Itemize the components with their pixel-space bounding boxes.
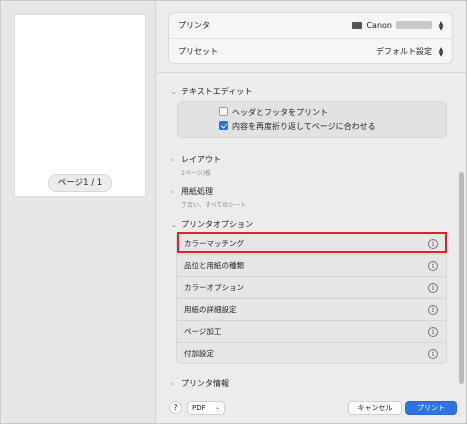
option-paper-detailed-settings[interactable]: 用紙の詳細設定 i <box>177 299 446 321</box>
chevron-right-icon[interactable]: › <box>171 188 181 196</box>
preview-pane: ページ1 / 1 <box>2 2 156 423</box>
print-dialog: ページ1 / 1 プリンタ Canon ▲ ▼ プリセット デフォルト設定 ▲ ▼ <box>0 0 467 424</box>
pdf-menu-button[interactable]: PDF ⌄ <box>187 401 225 415</box>
section-paper-handling[interactable]: › 用紙処理 <box>171 186 213 197</box>
option-quality-media[interactable]: 品位と用紙の種類 i <box>177 255 446 277</box>
info-icon[interactable]: i <box>428 349 438 359</box>
page-indicator: ページ1 / 1 <box>48 174 112 192</box>
rewrap-contents-checkbox[interactable]: 内容を再度折り返してページに合わせる <box>219 121 376 133</box>
checkbox-unchecked-icon[interactable] <box>219 107 228 116</box>
printer-value: Canon <box>366 21 392 30</box>
option-additional-settings[interactable]: 付加設定 i <box>177 343 446 363</box>
chevron-down-icon: ⌄ <box>214 404 220 411</box>
settings-pane: プリンタ Canon ▲ ▼ プリセット デフォルト設定 ▲ ▼ ⌄ テキストエディッ… <box>157 2 466 423</box>
page-preview <box>14 14 146 197</box>
settings-scroll-area[interactable]: ⌄ テキストエディット ヘッダとフッタをプリント 内容を再度折り返してページに合わ… <box>157 74 466 392</box>
section-printer-options[interactable]: ⌄ プリンタオプション <box>171 219 253 230</box>
option-page-processing[interactable]: ページ加工 i <box>177 321 446 343</box>
paper-handling-summary: 丁合い、すべてのシート <box>181 202 247 209</box>
info-icon[interactable]: i <box>428 305 438 315</box>
preset-row[interactable]: プリセット デフォルト設定 ▲ ▼ <box>169 39 452 65</box>
preset-select[interactable]: デフォルト設定 <box>376 39 432 65</box>
printer-preset-card: プリンタ Canon ▲ ▼ プリセット デフォルト設定 ▲ ▼ <box>168 12 453 64</box>
cancel-button[interactable]: キャンセル <box>348 401 402 415</box>
print-header-footer-checkbox[interactable]: ヘッダとフッタをプリント <box>219 107 328 119</box>
chevron-right-icon[interactable]: › <box>171 156 181 164</box>
checkbox-checked-icon[interactable] <box>219 121 228 130</box>
color-matching-highlight <box>177 232 447 253</box>
info-icon[interactable]: i <box>428 283 438 293</box>
vertical-scrollbar[interactable] <box>459 172 464 384</box>
updown-chevron-icon[interactable]: ▲ ▼ <box>437 47 445 58</box>
help-button[interactable]: ? <box>169 401 182 414</box>
info-icon[interactable]: i <box>428 327 438 337</box>
info-icon[interactable]: i <box>428 261 438 271</box>
redacted-printer-model <box>396 21 432 29</box>
printer-select[interactable]: Canon <box>352 13 432 39</box>
option-color-options[interactable]: カラーオプション i <box>177 277 446 299</box>
printer-label: プリンタ <box>178 21 210 30</box>
print-button[interactable]: プリント <box>405 401 457 415</box>
chevron-down-icon[interactable]: ⌄ <box>171 88 181 96</box>
updown-chevron-icon[interactable]: ▲ ▼ <box>437 21 445 32</box>
section-text-edit[interactable]: ⌄ テキストエディット <box>171 86 252 97</box>
section-layout[interactable]: › レイアウト <box>171 154 221 165</box>
chevron-right-icon[interactable]: › <box>171 380 181 388</box>
printer-preset-section: プリンタ Canon ▲ ▼ プリセット デフォルト設定 ▲ ▼ <box>157 2 466 73</box>
layout-summary: 1ページ/枚 <box>181 170 211 177</box>
printer-icon <box>352 22 363 29</box>
section-printer-info[interactable]: › プリンタ情報 <box>171 378 229 389</box>
preset-label: プリセット <box>178 47 218 56</box>
chevron-down-icon[interactable]: ⌄ <box>171 221 181 229</box>
dialog-footer: ? PDF ⌄ キャンセル プリント <box>157 392 466 423</box>
printer-row[interactable]: プリンタ Canon ▲ ▼ <box>169 13 452 39</box>
